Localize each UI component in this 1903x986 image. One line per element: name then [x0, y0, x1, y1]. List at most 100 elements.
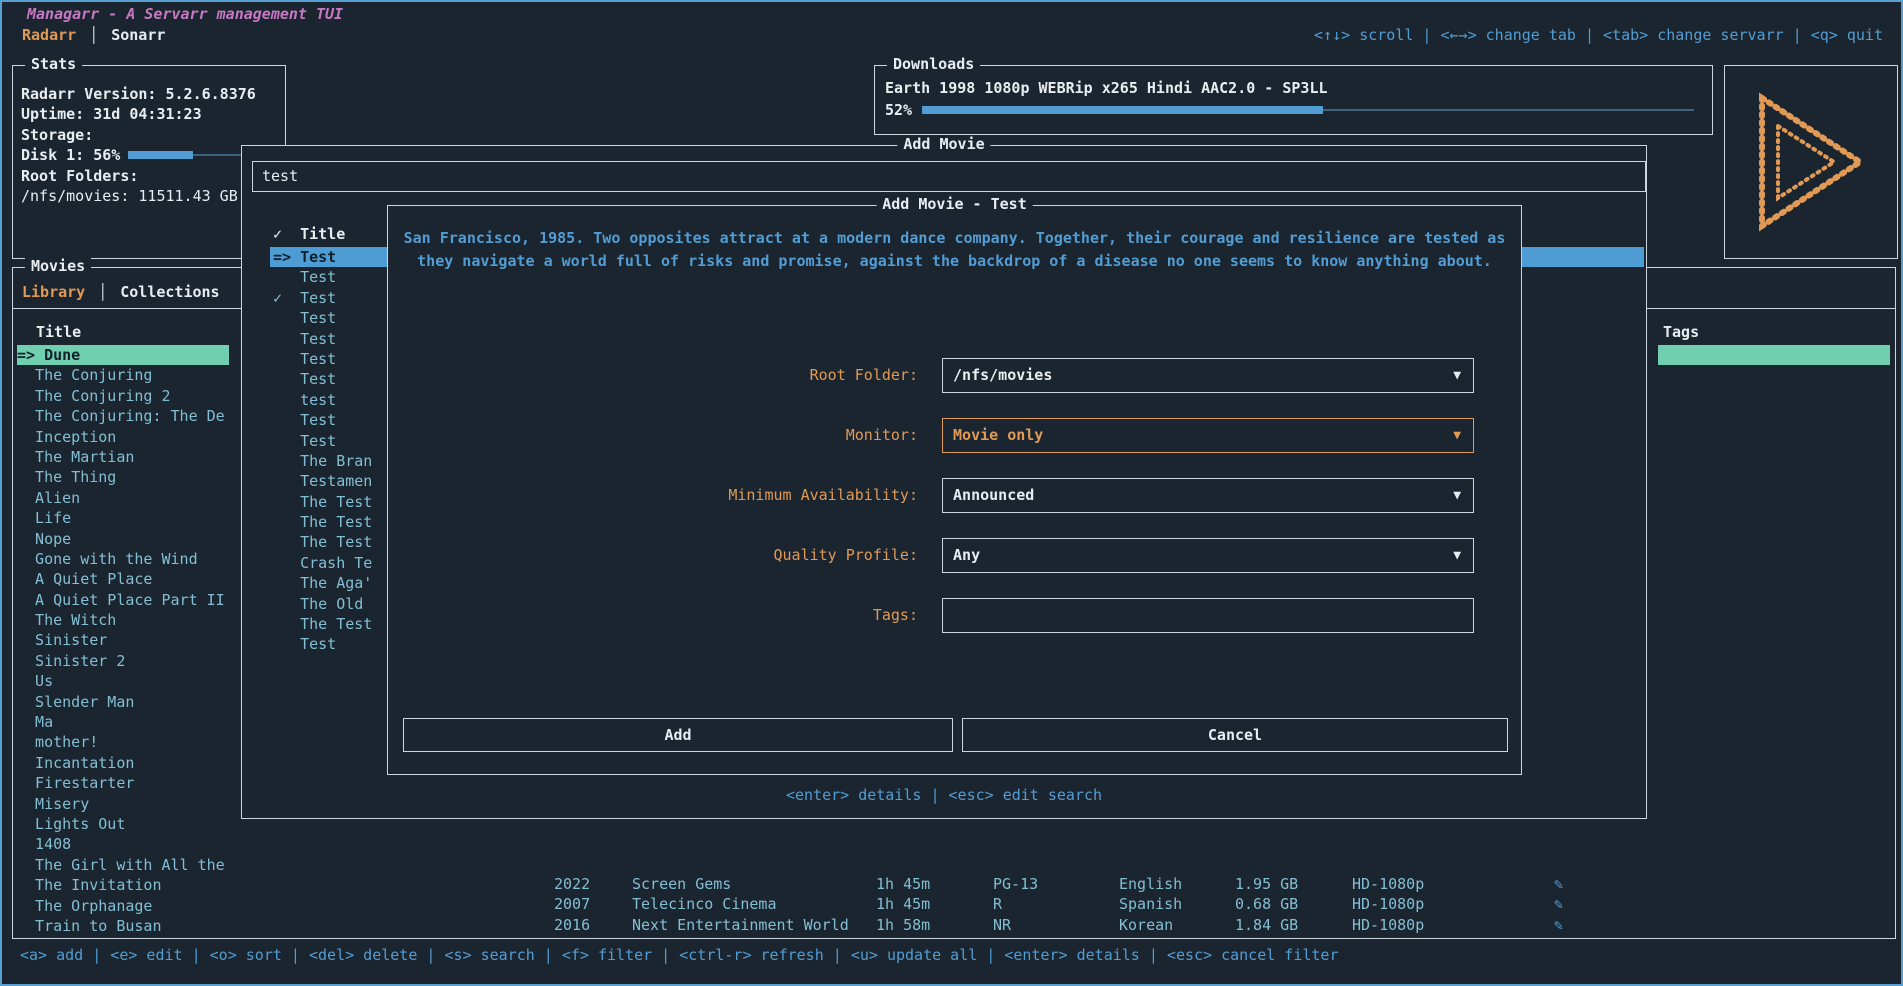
- movie-quality: HD-1080p: [1352, 874, 1424, 894]
- movie-row[interactable]: A Quiet Place: [17, 569, 259, 589]
- movie-description-line: they navigate a world full of risks and …: [388, 250, 1521, 273]
- movie-search-value: test: [262, 167, 298, 185]
- form-field-row: Tags:: [388, 598, 1521, 633]
- add-button[interactable]: Add: [403, 718, 953, 752]
- movie-runtime: 1h 45m: [876, 894, 930, 914]
- field-value: /nfs/movies: [943, 366, 1052, 384]
- movie-row[interactable]: The Conjuring: The De: [17, 406, 259, 426]
- movie-row[interactable]: The Witch: [17, 610, 259, 630]
- servarr-tabbar: Radarr │ Sonarr: [22, 26, 165, 44]
- movie-year: 2007: [554, 894, 590, 914]
- movie-row[interactable]: Sinister 2: [17, 651, 259, 671]
- popup-keybinding-hints: <enter> details | <esc> edit search: [242, 786, 1646, 804]
- movie-row[interactable]: The Conjuring 2: [17, 386, 259, 406]
- tab-radarr[interactable]: Radarr: [22, 26, 76, 44]
- cancel-button[interactable]: Cancel: [962, 718, 1508, 752]
- form-field-row: Quality Profile: Any ▼: [388, 538, 1521, 573]
- download-progress-row: 52%: [875, 97, 1712, 119]
- field-label: Quality Profile:: [388, 538, 918, 573]
- movie-search-input[interactable]: test: [252, 161, 1646, 192]
- movie-row[interactable]: Alien: [17, 488, 259, 508]
- add-movie-modal: Add Movie - Test San Francisco, 1985. Tw…: [387, 205, 1522, 775]
- movie-row[interactable]: Us: [17, 671, 259, 691]
- managarr-logo-icon: [1748, 88, 1874, 236]
- title-column-header: Title: [36, 323, 81, 341]
- dropdown-arrow-icon: ▼: [1453, 419, 1461, 452]
- movie-size: 1.95 GB: [1235, 874, 1298, 894]
- selected-row-tags-highlight: [1658, 345, 1890, 365]
- movie-row[interactable]: Life: [17, 508, 259, 528]
- form-field-row: Monitor: Movie only ▼: [388, 418, 1521, 453]
- logo-panel: [1724, 65, 1898, 259]
- movie-language: Korean: [1119, 915, 1173, 935]
- movie-row[interactable]: mother!: [17, 732, 259, 752]
- movies-list: => Dune The Conjuring The Conjuring 2 Th…: [17, 345, 259, 936]
- movies-table-rows: 2022 Screen Gems 1h 45m PG-13 English 1.…: [13, 874, 1895, 935]
- field-value: Movie only: [943, 426, 1043, 444]
- dropdown-arrow-icon: ▼: [1453, 359, 1461, 392]
- movies-panel-title: Movies: [25, 257, 91, 275]
- movie-row[interactable]: Firestarter: [17, 773, 259, 793]
- field-dropdown[interactable]: Movie only ▼: [942, 418, 1474, 453]
- movies-subtabs: Library │ Collections: [22, 283, 220, 301]
- edit-icon: ✎: [1554, 915, 1563, 935]
- movie-row[interactable]: Sinister: [17, 630, 259, 650]
- movie-quality: HD-1080p: [1352, 915, 1424, 935]
- movie-language: English: [1119, 874, 1182, 894]
- movie-row[interactable]: Incantation: [17, 753, 259, 773]
- tab-sonarr[interactable]: Sonarr: [111, 26, 165, 44]
- field-dropdown[interactable]: Announced ▼: [942, 478, 1474, 513]
- subtab-separator: │: [98, 283, 107, 301]
- download-progressbar: [922, 106, 1694, 114]
- field-label: Monitor:: [388, 418, 918, 453]
- field-label: Root Folder:: [388, 358, 918, 393]
- movie-row[interactable]: The Conjuring: [17, 365, 259, 385]
- field-dropdown[interactable]: [942, 598, 1474, 633]
- movie-studio: Screen Gems: [632, 874, 731, 894]
- movie-row[interactable]: Inception: [17, 427, 259, 447]
- field-dropdown[interactable]: /nfs/movies ▼: [942, 358, 1474, 393]
- downloads-panel: Downloads Earth 1998 1080p WEBRip x265 H…: [874, 65, 1713, 135]
- modal-form: Root Folder: /nfs/movies ▼ Monitor: Movi…: [388, 358, 1521, 658]
- movie-row[interactable]: The Martian: [17, 447, 259, 467]
- movie-description-line: San Francisco, 1985. Two opposites attra…: [388, 227, 1521, 250]
- movie-studio: Telecinco Cinema: [632, 894, 777, 914]
- tab-separator: │: [89, 26, 98, 44]
- form-field-row: Root Folder: /nfs/movies ▼: [388, 358, 1521, 393]
- movie-table-row[interactable]: 2007 Telecinco Cinema 1h 45m R Spanish 0…: [13, 894, 1895, 914]
- dropdown-arrow-icon: ▼: [1453, 479, 1461, 512]
- movie-runtime: 1h 45m: [876, 874, 930, 894]
- movie-row[interactable]: Lights Out: [17, 814, 259, 834]
- movie-row[interactable]: Slender Man: [17, 692, 259, 712]
- disk-label: Disk 1: 56%: [21, 145, 120, 165]
- results-column-header: ✓ Title: [270, 225, 345, 243]
- movie-studio: Next Entertainment World: [632, 915, 849, 935]
- movie-row[interactable]: Ma: [17, 712, 259, 732]
- movie-row[interactable]: 1408: [17, 834, 259, 854]
- movie-row[interactable]: The Girl with All the: [17, 855, 259, 875]
- movie-year: 2016: [554, 915, 590, 935]
- movie-runtime: 1h 58m: [876, 915, 930, 935]
- edit-icon: ✎: [1554, 894, 1563, 914]
- movie-row[interactable]: Gone with the Wind: [17, 549, 259, 569]
- app-title: Managarr - A Servarr management TUI: [20, 5, 350, 23]
- movie-row[interactable]: A Quiet Place Part II: [17, 590, 259, 610]
- tab-collections[interactable]: Collections: [120, 283, 219, 301]
- movie-table-row[interactable]: 2022 Screen Gems 1h 45m PG-13 English 1.…: [13, 874, 1895, 894]
- tags-column-header: Tags: [1663, 323, 1699, 341]
- movie-row[interactable]: => Dune: [17, 345, 229, 365]
- movie-row[interactable]: Misery: [17, 794, 259, 814]
- movie-size: 1.84 GB: [1235, 915, 1298, 935]
- field-dropdown[interactable]: Any ▼: [942, 538, 1474, 573]
- movie-row[interactable]: The Thing: [17, 467, 259, 487]
- form-field-row: Minimum Availability: Announced ▼: [388, 478, 1521, 513]
- movie-table-row[interactable]: 2016 Next Entertainment World 1h 58m NR …: [13, 915, 1895, 935]
- movie-description: San Francisco, 1985. Two opposites attra…: [388, 227, 1521, 273]
- keybinding-hints-bottom: <a> add | <e> edit | <o> sort | <del> de…: [20, 946, 1339, 964]
- storage-label: Storage:: [21, 125, 285, 145]
- add-movie-popup-title: Add Movie: [897, 135, 990, 153]
- movie-row[interactable]: Nope: [17, 529, 259, 549]
- field-value: [943, 606, 953, 624]
- tab-library[interactable]: Library: [22, 283, 85, 301]
- downloads-panel-title: Downloads: [887, 55, 980, 73]
